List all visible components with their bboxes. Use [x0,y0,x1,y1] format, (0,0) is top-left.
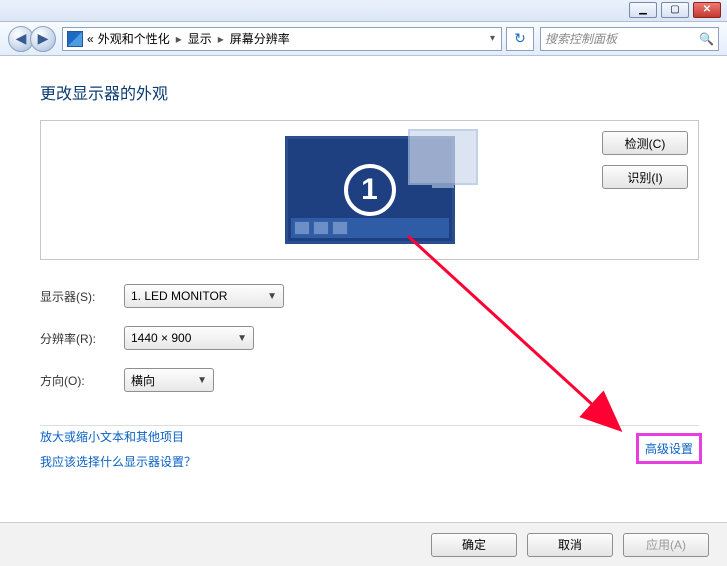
display-combobox[interactable]: 1. LED MONITOR ▼ [124,284,284,308]
cancel-button[interactable]: 取消 [527,533,613,557]
text-size-link[interactable]: 放大或缩小文本和其他项目 [40,428,196,445]
forward-button[interactable]: ▶ [30,26,56,52]
address-dropdown[interactable]: ▾ [488,33,497,44]
chevron-down-icon: ▼ [197,375,207,386]
display-preview-panel: 1 检测(C) 识别(I) [40,120,699,260]
monitor-stage: 1 [285,136,455,244]
orientation-label: 方向(O): [40,372,110,389]
detect-button[interactable]: 检测(C) [602,131,688,155]
chevron-right-icon: ▸ [174,32,184,46]
monitor-number-badge: 1 [344,164,396,216]
dialog-footer: 确定 取消 应用(A) [0,522,727,566]
search-placeholder: 搜索控制面板 [545,30,617,47]
advanced-settings-link[interactable]: 高级设置 [639,436,699,461]
divider [40,425,699,426]
control-panel-icon [67,31,83,47]
title-bar: ▁ ▢ ✕ [0,0,727,22]
crumb-prefix: « [87,32,94,46]
display-value: 1. LED MONITOR [131,289,227,303]
address-bar[interactable]: « 外观和个性化 ▸ 显示 ▸ 屏幕分辨率 ▾ [62,27,502,51]
monitor-taskbar [291,218,449,238]
refresh-button[interactable]: ↻ [506,27,534,51]
crumb-2[interactable]: 屏幕分辨率 [230,30,290,47]
which-settings-link[interactable]: 我应该选择什么显示器设置？ [40,453,196,470]
display-label: 显示器(S): [40,288,110,305]
chevron-right-icon: ▸ [216,32,226,46]
search-input[interactable]: 搜索控制面板 🔍 [540,27,719,51]
minimize-button[interactable]: ▁ [629,2,657,18]
chevron-down-icon: ▼ [267,291,277,302]
orientation-combobox[interactable]: 横向 ▼ [124,368,214,392]
resolution-label: 分辨率(R): [40,330,110,347]
ok-button[interactable]: 确定 [431,533,517,557]
help-links: 放大或缩小文本和其他项目 我应该选择什么显示器设置？ [40,428,196,470]
secondary-monitor-ghost [408,129,478,185]
nav-row: ◀ ▶ « 外观和个性化 ▸ 显示 ▸ 屏幕分辨率 ▾ ↻ 搜索控制面板 🔍 [0,22,727,56]
settings-rows: 显示器(S): 1. LED MONITOR ▼ 分辨率(R): 1440 × … [40,284,699,392]
identify-button[interactable]: 识别(I) [602,165,688,189]
nav-back-forward: ◀ ▶ [8,26,56,52]
page-title: 更改显示器的外观 [40,80,699,104]
search-icon: 🔍 [699,32,714,46]
monitor-1[interactable]: 1 [285,136,455,244]
crumb-0[interactable]: 外观和个性化 [98,30,170,47]
close-button[interactable]: ✕ [693,2,721,18]
chevron-down-icon: ▼ [237,333,247,344]
orientation-value: 横向 [131,372,155,389]
resolution-combobox[interactable]: 1440 × 900 ▼ [124,326,254,350]
window-controls: ▁ ▢ ✕ [629,2,721,18]
apply-button[interactable]: 应用(A) [623,533,709,557]
crumb-1[interactable]: 显示 [188,30,212,47]
page-body: 更改显示器的外观 1 检测(C) 识别(I) 显示器(S): 1. LED MO… [0,56,727,522]
resolution-value: 1440 × 900 [131,331,191,345]
maximize-button[interactable]: ▢ [661,2,689,18]
